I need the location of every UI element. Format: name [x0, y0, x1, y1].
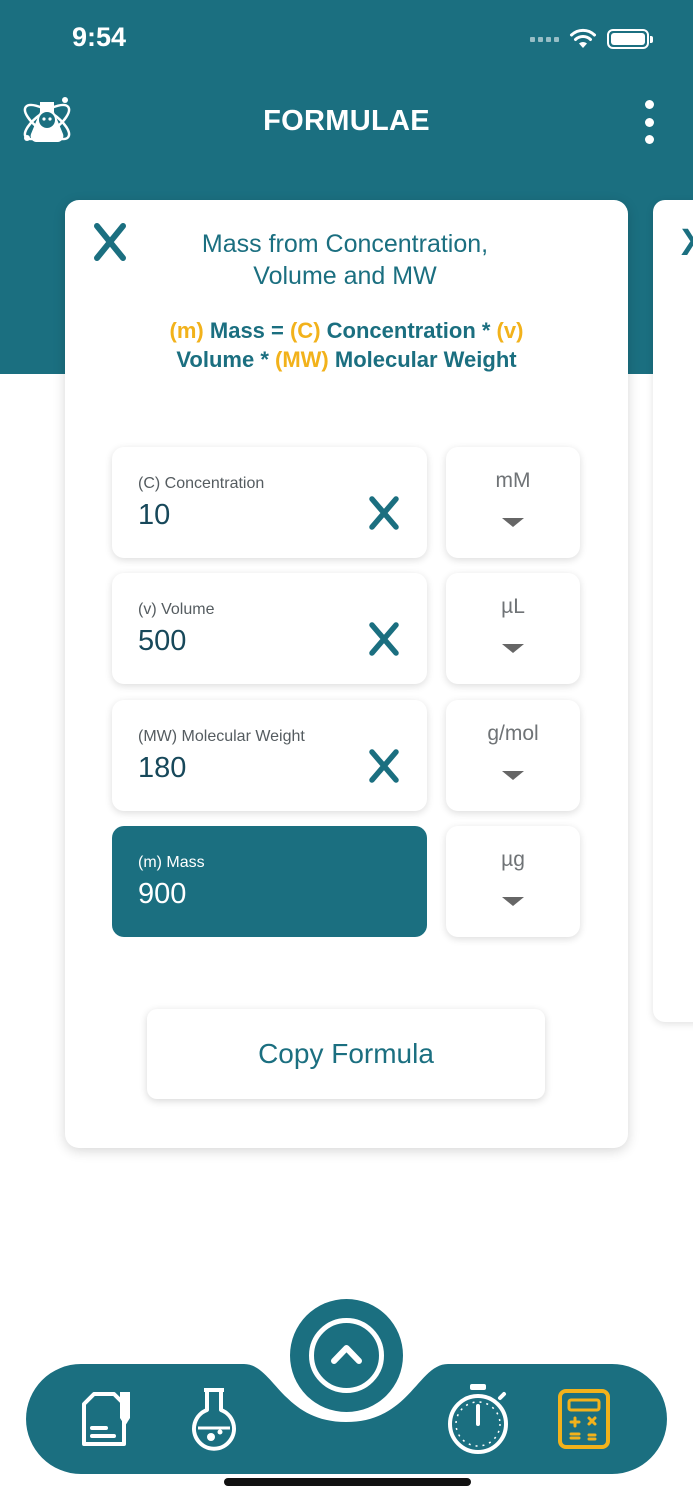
expand-button[interactable]: [290, 1299, 403, 1412]
field-value[interactable]: 500: [138, 625, 186, 658]
chevron-down-icon: [502, 644, 524, 653]
field-label: (m) Mass: [138, 854, 205, 871]
chevron-up-icon: [309, 1318, 384, 1393]
stopwatch-icon[interactable]: [444, 1382, 512, 1456]
notes-icon[interactable]: [80, 1388, 136, 1450]
home-indicator: [224, 1478, 471, 1486]
next-formula-card[interactable]: X: [653, 200, 693, 1022]
close-icon[interactable]: [93, 222, 127, 262]
concentration-field[interactable]: (C) Concentration 10: [112, 447, 427, 558]
molecular-weight-field[interactable]: (MW) Molecular Weight 180: [112, 700, 427, 811]
status-icons: [530, 28, 653, 50]
chevron-down-icon: [502, 771, 524, 780]
clear-icon[interactable]: [368, 495, 400, 531]
volume-unit-dropdown[interactable]: µL: [446, 573, 580, 684]
close-icon[interactable]: X: [681, 222, 693, 265]
signal-icon: [530, 36, 559, 42]
mass-result-field: (m) Mass 900: [112, 826, 427, 937]
field-value[interactable]: 180: [138, 752, 186, 785]
chevron-down-icon: [502, 518, 524, 527]
field-label: (MW) Molecular Weight: [138, 728, 305, 745]
status-time: 9:54: [72, 22, 127, 52]
concentration-unit-dropdown[interactable]: mM: [446, 447, 580, 558]
clear-icon[interactable]: [368, 621, 400, 657]
formula-expression: (m) Mass = (C) Concentration * (v) Volum…: [169, 318, 524, 372]
field-label: (C) Concentration: [138, 475, 265, 492]
formula-card: Mass from Concentration, Volume and MW (…: [65, 200, 628, 1148]
volume-field[interactable]: (v) Volume 500: [112, 573, 427, 684]
clear-icon[interactable]: [368, 748, 400, 784]
chevron-down-icon: [502, 897, 524, 906]
flask-icon[interactable]: [190, 1386, 238, 1452]
battery-icon: [607, 29, 653, 49]
more-vertical-icon[interactable]: [636, 100, 662, 144]
mass-unit-dropdown[interactable]: µg: [446, 826, 580, 937]
result-value: 900: [138, 878, 187, 910]
field-label: (v) Volume: [138, 601, 215, 618]
calculator-icon[interactable]: [557, 1388, 611, 1450]
page-title: FORMULAE: [263, 105, 430, 137]
molecular-weight-unit-dropdown[interactable]: g/mol: [446, 700, 580, 811]
formula-title: Mass from Concentration, Volume and MW: [201, 230, 489, 290]
field-value[interactable]: 10: [138, 499, 170, 532]
wifi-icon: [570, 28, 596, 48]
copy-formula-button[interactable]: Copy Formula: [147, 1009, 545, 1099]
